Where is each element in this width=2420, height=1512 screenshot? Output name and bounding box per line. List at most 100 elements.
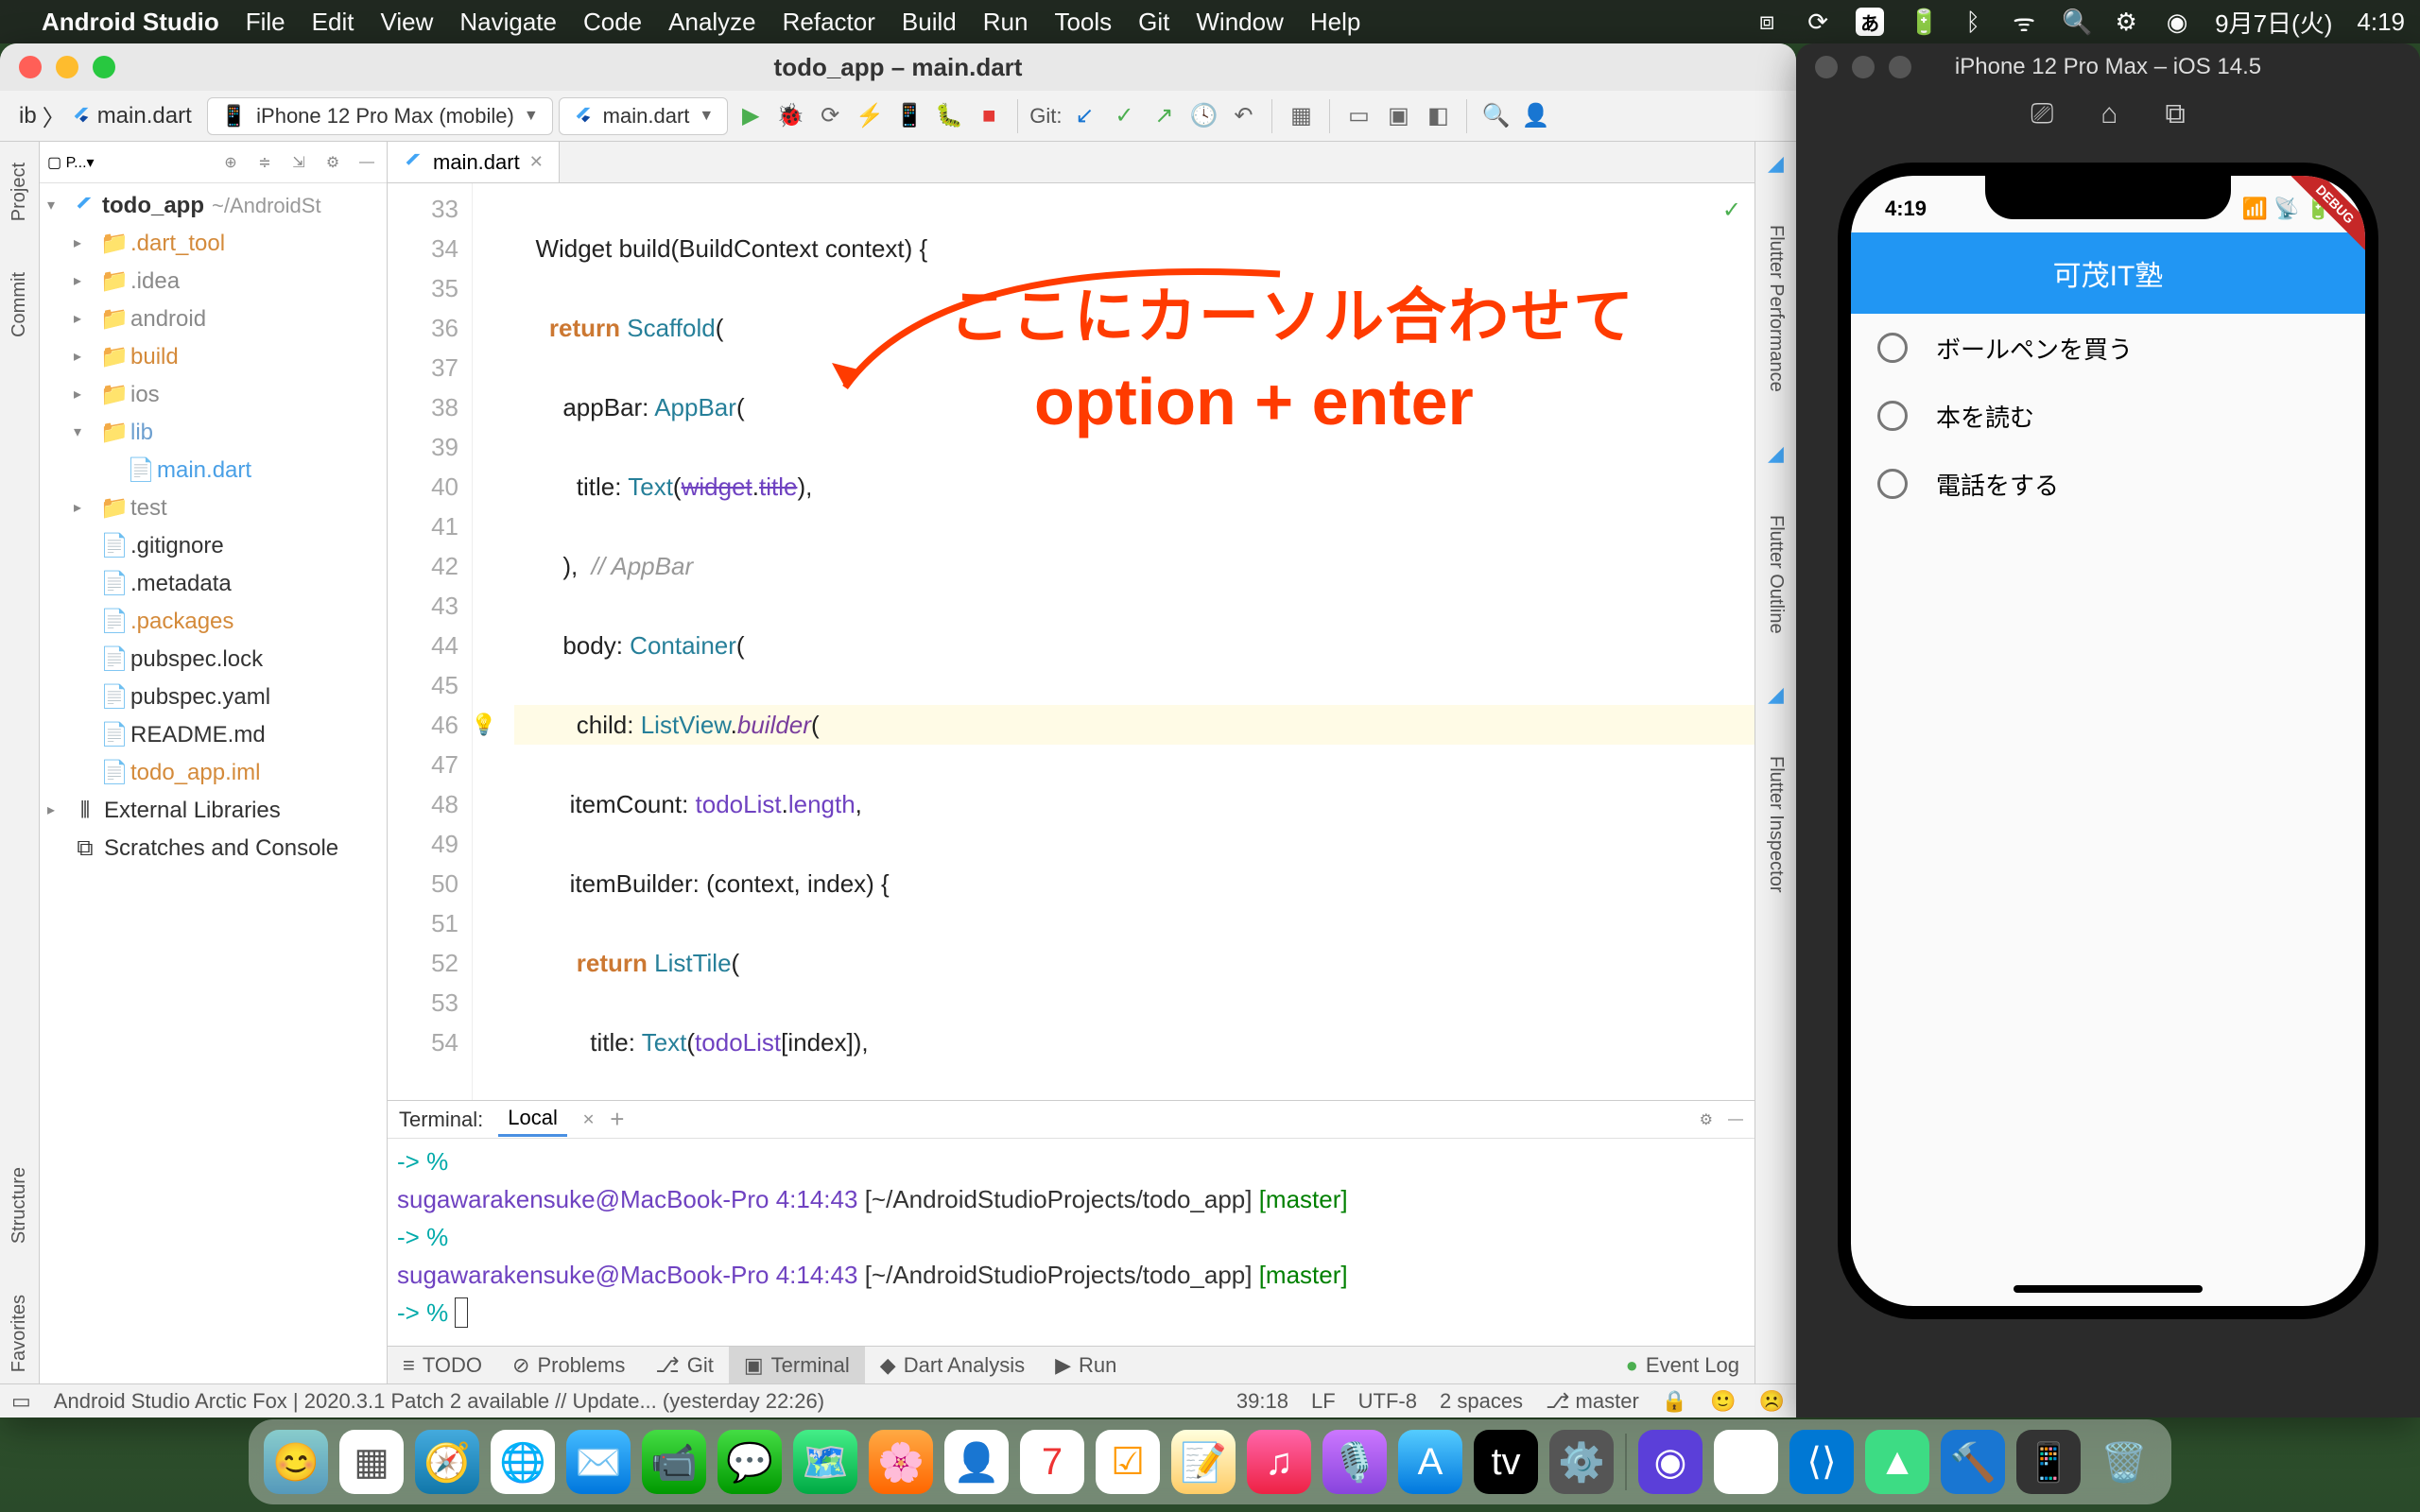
scratches[interactable]: ⧉Scratches and Console: [40, 830, 387, 868]
radio-icon[interactable]: [1877, 401, 1908, 431]
encoding[interactable]: UTF-8: [1358, 1389, 1417, 1414]
photos-icon[interactable]: 🌸: [869, 1430, 933, 1494]
launchpad-icon[interactable]: ▦: [339, 1430, 404, 1494]
sim-maximize-button[interactable]: [1889, 56, 1911, 78]
terminal-tab-close-icon[interactable]: ✕: [582, 1110, 595, 1129]
menu-navigate[interactable]: Navigate: [459, 8, 557, 37]
control-center-icon[interactable]: ⚙: [2113, 8, 2139, 37]
menu-refactor[interactable]: Refactor: [783, 8, 875, 37]
git-commit-button[interactable]: ✓: [1107, 99, 1141, 133]
podcasts-icon[interactable]: 🎙️: [1322, 1430, 1387, 1494]
tree-item-android[interactable]: ▸📁android: [40, 301, 387, 338]
messages-icon[interactable]: 💬: [717, 1430, 782, 1494]
profile-button[interactable]: 🐛: [932, 99, 966, 133]
finder-icon[interactable]: 😊: [264, 1430, 328, 1494]
tree-item-main-dart[interactable]: 📄main.dart: [40, 452, 387, 490]
account-button[interactable]: 👤: [1518, 99, 1552, 133]
menu-code[interactable]: Code: [583, 8, 642, 37]
expand-all-icon[interactable]: ≑: [252, 150, 277, 175]
run-config-selector[interactable]: main.dart ▼: [559, 97, 729, 135]
appstore-icon[interactable]: A: [1398, 1430, 1462, 1494]
git-branch[interactable]: ⎇ master: [1546, 1389, 1639, 1414]
tree-item--idea[interactable]: ▸📁.idea: [40, 263, 387, 301]
calendar-icon[interactable]: 7: [1020, 1430, 1084, 1494]
bluetooth-icon[interactable]: ᛒ: [1960, 8, 1986, 37]
settings-icon[interactable]: ⚙: [320, 150, 345, 175]
cursor-position[interactable]: 39:18: [1236, 1389, 1288, 1414]
lock-icon[interactable]: 🔒: [1662, 1389, 1687, 1414]
sync-icon[interactable]: ⟳: [1805, 8, 1831, 37]
run-tab[interactable]: ▶ Run: [1040, 1347, 1132, 1383]
terminal-settings-icon[interactable]: ⚙: [1700, 1110, 1713, 1129]
hide-panel-icon[interactable]: —: [354, 150, 379, 175]
safari-icon[interactable]: 🧭: [415, 1430, 479, 1494]
reminders-icon[interactable]: ☑: [1096, 1430, 1160, 1494]
git-push-button[interactable]: ↗: [1147, 99, 1181, 133]
indent-setting[interactable]: 2 spaces: [1440, 1389, 1523, 1414]
menu-build[interactable]: Build: [902, 8, 957, 37]
wifi-icon[interactable]: ᯤ: [2011, 5, 2037, 39]
favorites-tool-tab[interactable]: Favorites: [5, 1283, 34, 1383]
chrome-icon[interactable]: 🌐: [491, 1430, 555, 1494]
screenshot-icon[interactable]: ⎚: [2031, 98, 2053, 130]
face-happy-icon[interactable]: 🙂: [1710, 1389, 1736, 1414]
coverage-button[interactable]: ⟳: [813, 99, 847, 133]
tree-item-pubspec-yaml[interactable]: 📄pubspec.yaml: [40, 679, 387, 716]
tree-item-pubspec-lock[interactable]: 📄pubspec.lock: [40, 641, 387, 679]
contacts-icon[interactable]: 👤: [944, 1430, 1009, 1494]
code-content[interactable]: Widget build(BuildContext context) { ret…: [514, 183, 1754, 1100]
facetime-icon[interactable]: 📹: [642, 1430, 706, 1494]
window-maximize-button[interactable]: [93, 56, 115, 78]
locate-file-icon[interactable]: ⊕: [218, 150, 243, 175]
tree-item--packages[interactable]: 📄.packages: [40, 603, 387, 641]
terminal-tab[interactable]: ▣ Terminal: [729, 1347, 865, 1383]
window-close-button[interactable]: [19, 56, 42, 78]
copy-icon[interactable]: ⧉: [2165, 98, 2185, 130]
sim-close-button[interactable]: [1815, 56, 1838, 78]
xcode-icon[interactable]: 🔨: [1941, 1430, 2005, 1494]
app-icon[interactable]: ◉: [1638, 1430, 1703, 1494]
radio-icon[interactable]: [1877, 333, 1908, 363]
terminal-add-tab-button[interactable]: +: [610, 1105, 624, 1134]
tree-item-lib[interactable]: ▾📁lib: [40, 414, 387, 452]
todo-item-2[interactable]: 電話をする: [1851, 450, 2365, 518]
menu-tools[interactable]: Tools: [1054, 8, 1112, 37]
menu-window[interactable]: Window: [1196, 8, 1283, 37]
line-ending[interactable]: LF: [1311, 1389, 1336, 1414]
terminal-hide-icon[interactable]: —: [1728, 1111, 1743, 1128]
project-view-selector[interactable]: ▢ P...▾: [47, 153, 95, 172]
slack-icon[interactable]: #: [1714, 1430, 1778, 1494]
avd-manager-button[interactable]: ▦: [1284, 99, 1318, 133]
settings-icon[interactable]: ⚙️: [1549, 1430, 1614, 1494]
hot-reload-button[interactable]: ⚡: [853, 99, 887, 133]
git-history-button[interactable]: 🕓: [1186, 99, 1220, 133]
menu-file[interactable]: File: [246, 8, 285, 37]
tree-item-todo_app-iml[interactable]: 📄todo_app.iml: [40, 754, 387, 792]
phone-screen[interactable]: DEBUG 4:19 📶 📡 🔋 可茂IT塾 ボールペンを買う 本を読む 電話を…: [1851, 176, 2365, 1306]
todo-item-0[interactable]: ボールペンを買う: [1851, 314, 2365, 382]
git-pull-button[interactable]: ↙: [1067, 99, 1101, 133]
radio-icon[interactable]: [1877, 469, 1908, 499]
status-notification-icon[interactable]: ▭: [11, 1389, 31, 1414]
menu-run[interactable]: Run: [983, 8, 1028, 37]
editor-tab-main[interactable]: main.dart ✕: [388, 142, 560, 182]
tv-icon[interactable]: tv: [1474, 1430, 1538, 1494]
tree-item-README-md[interactable]: 📄README.md: [40, 716, 387, 754]
structure-tool-tab[interactable]: Structure: [5, 1156, 34, 1255]
menu-analyze[interactable]: Analyze: [668, 8, 756, 37]
external-libraries[interactable]: ▸⫴External Libraries: [40, 792, 387, 830]
mail-icon[interactable]: ✉️: [566, 1430, 631, 1494]
debug-button[interactable]: 🐞: [773, 99, 807, 133]
breadcrumb[interactable]: ib〉 main.dart: [9, 95, 201, 136]
simulator-dock-icon[interactable]: 📱: [2016, 1430, 2081, 1494]
maps-icon[interactable]: 🗺️: [793, 1430, 857, 1494]
battery-icon[interactable]: 🔋: [1909, 8, 1935, 37]
undo-button[interactable]: ↶: [1226, 99, 1260, 133]
window-minimize-button[interactable]: [56, 56, 78, 78]
siri-icon[interactable]: ◉: [2164, 8, 2190, 37]
status-message[interactable]: Android Studio Arctic Fox | 2020.3.1 Pat…: [54, 1389, 824, 1414]
spotlight-icon[interactable]: 🔍: [2062, 8, 2088, 37]
menu-view[interactable]: View: [380, 8, 433, 37]
tree-item--dart_tool[interactable]: ▸📁.dart_tool: [40, 225, 387, 263]
menu-help[interactable]: Help: [1310, 8, 1360, 37]
